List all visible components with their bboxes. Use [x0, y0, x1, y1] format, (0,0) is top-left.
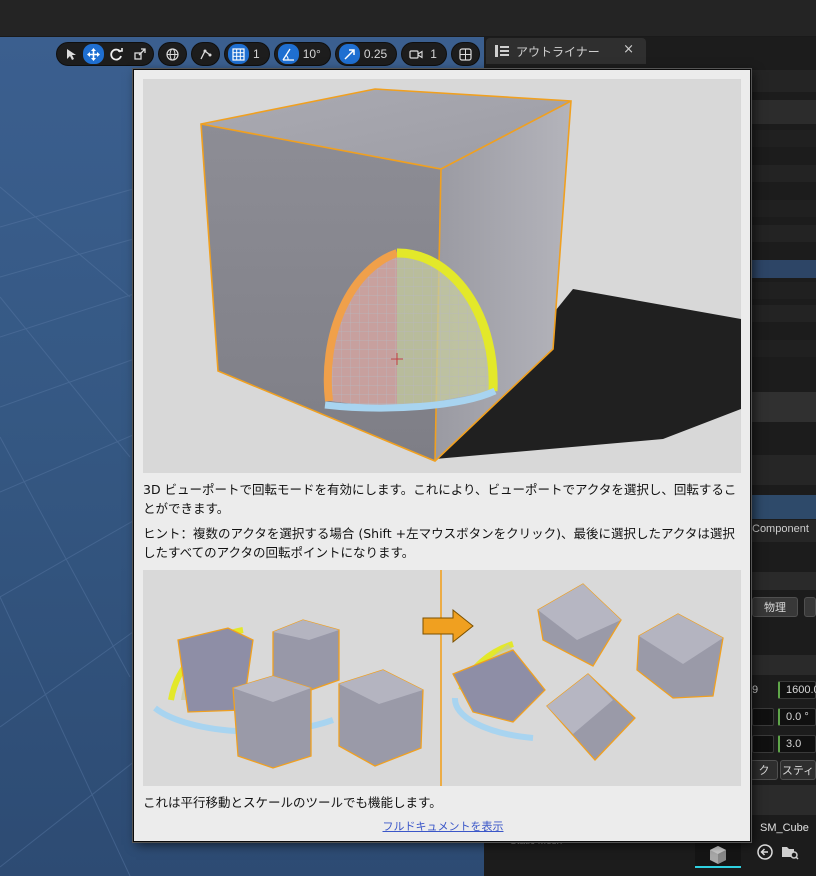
camera-speed-group: 1 — [401, 42, 447, 66]
surface-snap-icon — [200, 49, 212, 59]
cursor-icon — [66, 49, 76, 60]
scale-x-field[interactable] — [752, 735, 774, 753]
details-header — [750, 392, 816, 422]
viewport-layout-group — [450, 42, 480, 66]
rotate-tool-tooltip: 3D ビューポートで回転モードを有効にします。これにより、ビューポートでアクタを… — [133, 69, 751, 842]
scale-y-field[interactable]: 3.0 — [778, 735, 816, 753]
location-y-field[interactable]: 1600.0 — [778, 681, 816, 699]
full-documentation-link[interactable]: フルドキュメントを表示 — [134, 818, 752, 834]
next-filter-tab[interactable] — [804, 597, 816, 617]
rotate-icon — [110, 47, 123, 60]
camera-speed-button[interactable] — [405, 44, 426, 64]
outliner-row[interactable] — [750, 100, 816, 124]
rotation-snap-toggle[interactable] — [277, 44, 299, 64]
layout-icon — [459, 47, 472, 61]
outliner-row[interactable] — [750, 225, 816, 242]
component-name-partial[interactable]: Component — [752, 523, 809, 535]
camera-icon — [409, 49, 423, 59]
translate-mode-button[interactable] — [83, 44, 104, 64]
rotation-snap-value[interactable]: 10° — [301, 47, 327, 61]
outliner-row-selected[interactable] — [750, 260, 816, 278]
multi-select-illustration — [153, 570, 724, 786]
world-space-button[interactable] — [162, 44, 183, 64]
transform-section-header — [750, 655, 816, 675]
static-mesh-section-header — [750, 785, 816, 815]
details-search-row — [750, 455, 816, 485]
transform-tools — [56, 42, 154, 66]
outliner-row[interactable] — [750, 200, 816, 217]
arrow-left-circle-icon — [757, 844, 773, 860]
viewport-toolbar: 1 10° 0.25 1 — [56, 42, 480, 66]
scale-snap-value[interactable]: 0.25 — [362, 47, 393, 61]
outliner-header — [750, 70, 816, 92]
tooltip-image-rotate-gizmo — [143, 79, 741, 473]
surface-snap-group — [191, 42, 220, 66]
rotation-y-field[interactable]: 0.0 ° — [778, 708, 816, 726]
use-selected-button[interactable] — [756, 843, 774, 861]
physics-tab[interactable]: 物理 — [752, 597, 798, 617]
tooltip-description: 3D ビューポートで回転モードを有効にします。これにより、ビューポートでアクタを… — [143, 482, 737, 516]
title-bar — [0, 0, 816, 37]
scale-mode-button[interactable] — [129, 44, 150, 64]
rotation-x-field[interactable] — [752, 708, 774, 726]
tooltip-hint: ヒント：複数のアクタを選択する場合 (Shift +左マウスボタンをクリック)、… — [143, 526, 735, 560]
grid-snap-value[interactable]: 1 — [251, 47, 266, 61]
grid-snap-group: 1 — [224, 42, 270, 66]
details-category-bar — [750, 572, 816, 590]
outliner-row[interactable] — [750, 282, 816, 299]
outliner-row[interactable] — [750, 165, 816, 182]
outliner-tab-label: アウトライナー — [516, 44, 600, 59]
outliner-row[interactable] — [750, 305, 816, 322]
rotation-snap-group: 10° — [273, 42, 331, 66]
rotate-gizmo-illustration — [200, 88, 741, 462]
select-mode-button[interactable] — [60, 44, 81, 64]
mesh-name-label: SM_Cube — [760, 822, 809, 834]
viewport-layout-button[interactable] — [455, 44, 476, 64]
scale-arrow-icon — [344, 48, 355, 60]
cube-thumbnail-icon — [710, 846, 726, 864]
coordinate-space-group — [158, 42, 187, 66]
scale-snap-toggle[interactable] — [338, 44, 360, 64]
browse-asset-button[interactable] — [780, 843, 800, 861]
camera-speed-value[interactable]: 1 — [428, 47, 443, 61]
folder-search-icon — [782, 847, 799, 860]
scale-snap-group: 0.25 — [334, 42, 398, 66]
outliner-row[interactable] — [750, 340, 816, 357]
rotate-mode-button[interactable] — [106, 44, 127, 64]
move-arrows-icon — [87, 47, 100, 61]
close-icon[interactable]: × — [623, 42, 634, 57]
tab-outliner[interactable]: アウトライナー × — [486, 38, 646, 64]
location-x-partial[interactable]: 9 — [752, 684, 758, 696]
grid-icon — [232, 47, 245, 61]
outliner-list-icon — [495, 45, 509, 57]
angle-icon — [282, 48, 294, 61]
mesh-thumbnail[interactable] — [695, 838, 741, 868]
style-tab-partial[interactable]: スティ — [780, 760, 816, 780]
surface-snapping-button[interactable] — [195, 44, 216, 64]
grid-snap-toggle[interactable] — [228, 44, 249, 64]
globe-icon — [166, 47, 179, 61]
tab-partial[interactable]: ク — [750, 760, 778, 780]
tooltip-image-multi-select — [143, 570, 741, 786]
outliner-row[interactable] — [750, 130, 816, 147]
tooltip-note: これは平行移動とスケールのツールでも機能します。 — [143, 795, 442, 810]
component-row-selected[interactable] — [750, 495, 816, 519]
scale-icon — [133, 48, 146, 60]
